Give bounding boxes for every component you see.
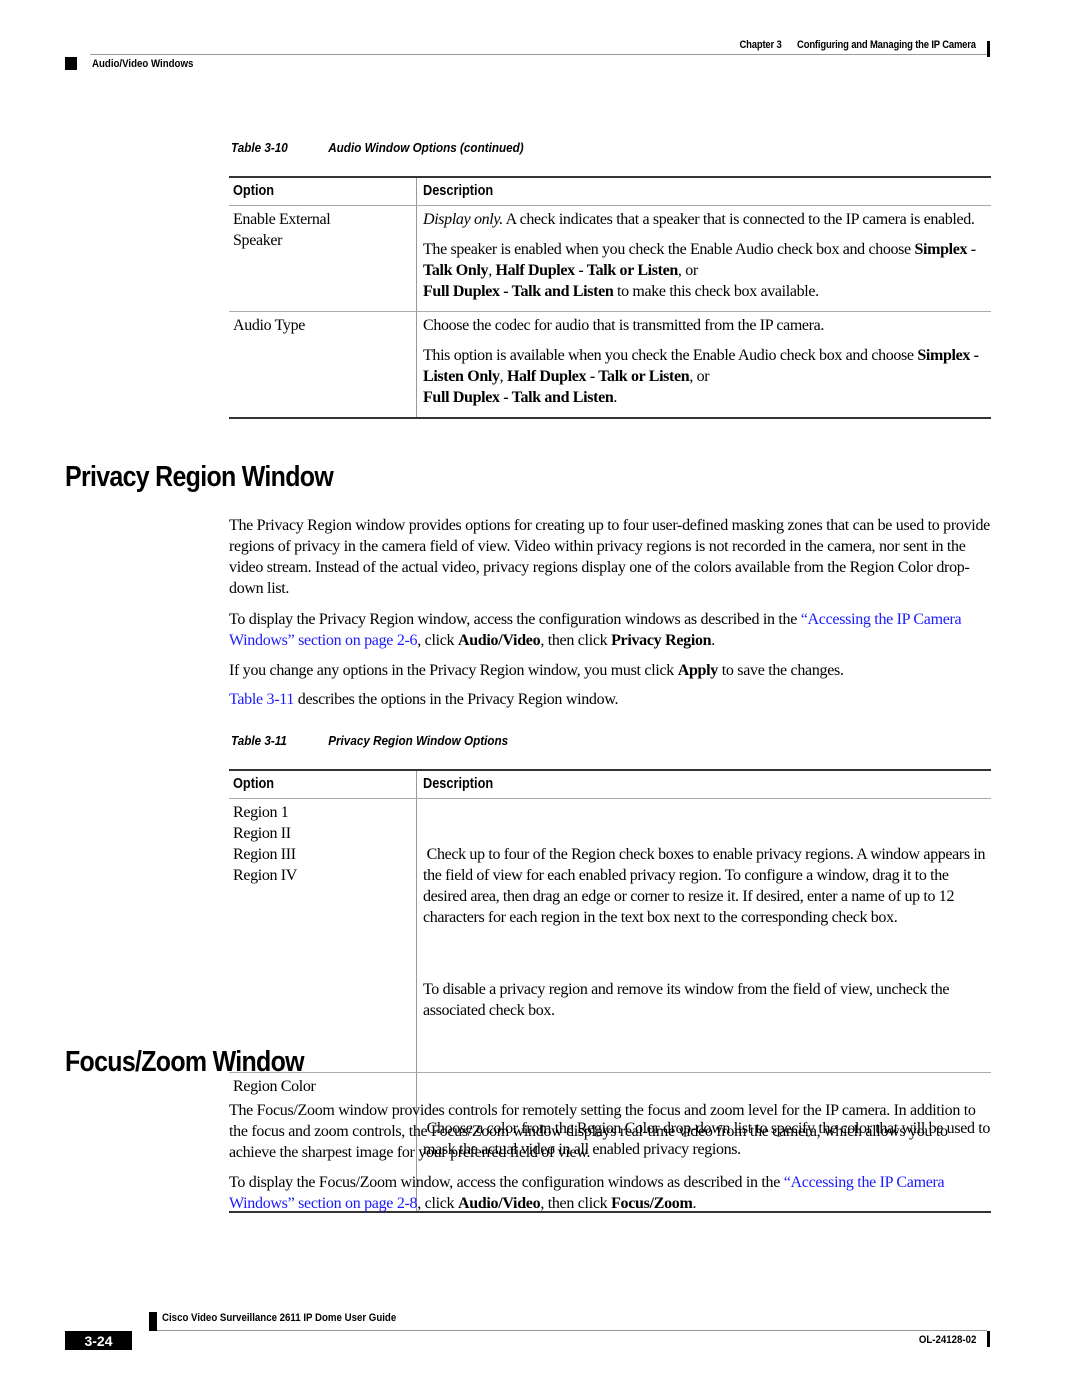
column-header-option: Option xyxy=(229,771,417,798)
header-change-bar xyxy=(987,41,990,57)
table-number: Table 3-11 xyxy=(231,733,287,748)
column-header-option: Option xyxy=(229,178,417,205)
privacy-intro-paragraph: The Privacy Region window provides optio… xyxy=(229,517,990,597)
option-cell: Enable External Speaker xyxy=(229,206,417,311)
description-paragraph: Display only. A check indicates that a s… xyxy=(423,211,975,228)
column-header-description: Description xyxy=(423,776,494,792)
table-row: Enable External Speaker Display only. A … xyxy=(229,206,991,312)
column-header-description: Description xyxy=(423,183,494,199)
option-region-1: Region 1 xyxy=(233,804,289,821)
description-cell: Display only. A check indicates that a s… xyxy=(417,206,991,311)
table-title: Audio Window Options (continued) xyxy=(328,140,524,155)
option-cell: Region 1 Region II Region III Region IV xyxy=(229,799,417,1072)
footer-document-number: OL-24128-02 xyxy=(918,1334,976,1346)
privacy-apply-paragraph: If you change any options in the Privacy… xyxy=(229,662,844,679)
page-number-badge: 3-24 xyxy=(65,1331,132,1350)
footer-change-bar xyxy=(987,1331,990,1347)
footer-marker-icon xyxy=(149,1312,157,1331)
running-header-section: Audio/Video Windows xyxy=(92,58,194,70)
description-cell: Check up to four of the Region check box… xyxy=(417,799,991,1072)
privacy-access-paragraph: To display the Privacy Region window, ac… xyxy=(229,611,962,649)
option-region-2: Region II xyxy=(233,825,291,842)
table-title: Privacy Region Window Options xyxy=(328,733,509,748)
option-region-color: Region Color xyxy=(233,1078,316,1095)
header-section-marker-icon xyxy=(65,57,77,70)
description-paragraph: To disable a privacy region and remove i… xyxy=(423,981,953,1019)
table-caption-3-10: Table 3-10 Audio Window Options (continue… xyxy=(231,140,524,155)
description-paragraph: Choose the codec for audio that is trans… xyxy=(423,317,825,334)
footer-rule xyxy=(157,1330,987,1331)
focus-access-paragraph: To display the Focus/Zoom window, access… xyxy=(229,1174,945,1212)
table-caption-3-11: Table 3-11 Privacy Region Window Options xyxy=(231,733,508,748)
table-header-row: Option Description xyxy=(229,178,991,206)
footer-guide-title: Cisco Video Surveillance 2611 IP Dome Us… xyxy=(162,1312,397,1324)
section-heading-privacy-region: Privacy Region Window xyxy=(65,461,334,493)
chapter-number: Chapter 3 xyxy=(739,39,782,51)
table-header-row: Option Description xyxy=(229,771,991,799)
running-header-chapter: Chapter 3 Configuring and Managing the IP… xyxy=(739,39,977,51)
table-row: Region 1 Region II Region III Region IV … xyxy=(229,799,991,1073)
table-number: Table 3-10 xyxy=(231,140,288,155)
option-region-4: Region IV xyxy=(233,867,297,884)
option-cell: Audio Type xyxy=(229,312,417,417)
description-paragraph: Check up to four of the Region check box… xyxy=(423,846,989,926)
table-row: Audio Type Choose the codec for audio th… xyxy=(229,312,991,419)
privacy-table-reference-paragraph: Table 3-11 describes the options in the … xyxy=(229,691,619,708)
description-cell: Choose the codec for audio that is trans… xyxy=(417,312,991,417)
chapter-title: Configuring and Managing the IP Camera xyxy=(797,39,976,51)
table-3-11-link[interactable]: Table 3-11 xyxy=(229,691,294,708)
section-heading-focus-zoom: Focus/Zoom Window xyxy=(65,1046,305,1078)
description-paragraph: The speaker is enabled when you check th… xyxy=(423,241,976,300)
description-paragraph: This option is available when you check … xyxy=(423,347,979,406)
header-rule xyxy=(90,54,987,55)
audio-window-options-table: Option Description Enable External Speak… xyxy=(229,176,991,419)
focus-intro-paragraph: The Focus/Zoom window provides controls … xyxy=(229,1102,976,1161)
option-region-3: Region III xyxy=(233,846,296,863)
